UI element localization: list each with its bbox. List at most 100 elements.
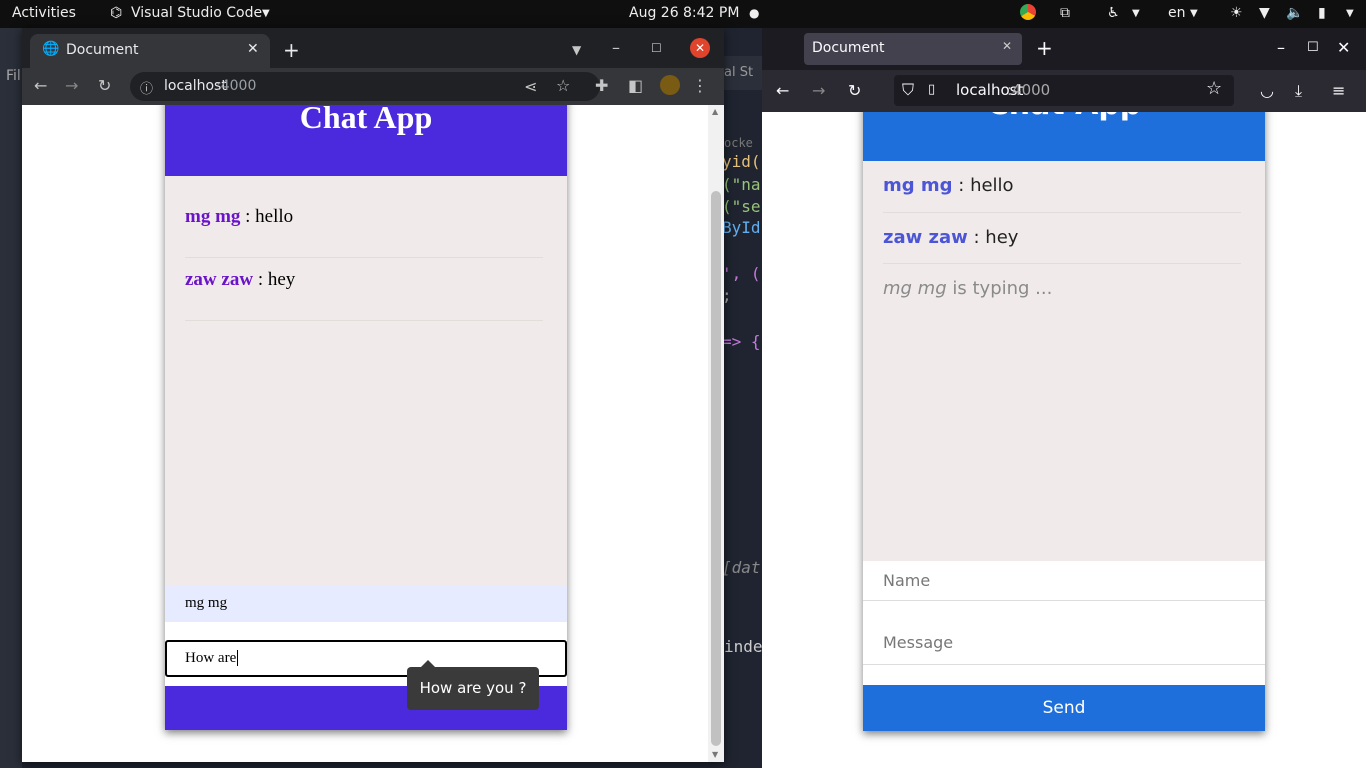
vscode-editor: ocke yid( ("na ("se ById ', ( ; => { [da… [724, 90, 762, 768]
message-text: : hey [253, 269, 296, 290]
forward-icon[interactable]: → [812, 81, 825, 101]
globe-icon: 🌐 [42, 41, 60, 57]
code-line: => { [724, 332, 761, 351]
vscode-menu-fragment[interactable]: Fil [6, 68, 21, 84]
minimize-icon[interactable]: – [612, 38, 620, 58]
profile-avatar[interactable] [660, 75, 680, 95]
chrome-menu-icon[interactable]: ⋮ [692, 76, 708, 96]
firefox-tab[interactable]: Document ✕ [804, 33, 1022, 65]
code-line: inde [724, 637, 762, 656]
firefox-menu-icon[interactable]: ≡ [1332, 81, 1345, 101]
chrome-tab-strip: 🌐 Document ✕ + ▼ – ☐ ✕ [22, 28, 724, 68]
chrome-tab[interactable]: 🌐 Document ✕ [30, 34, 270, 68]
scrollbar-thumb[interactable] [711, 191, 721, 746]
share-icon[interactable]: ⋖ [524, 77, 537, 97]
wifi-icon[interactable]: ▼ [1259, 5, 1270, 21]
firefox-toolbar: ← → ↻ ⛉ ▯ localhost :4000 ☆ ◡ ⤓ ≡ [762, 70, 1366, 112]
bookmark-star-icon[interactable]: ☆ [1206, 79, 1222, 99]
typing-indicator: mg mg is typing ... [883, 278, 1052, 299]
typing-username: mg mg [883, 278, 947, 299]
app-menu-caret-icon: ▼ [262, 8, 270, 19]
send-button[interactable]: Send [863, 685, 1265, 731]
code-line: [dat [724, 558, 761, 577]
chrome-page-content: Chat App mg mg : hello zaw zaw : hey mg … [22, 105, 724, 762]
clock-time[interactable]: 8:42 PM [683, 5, 739, 21]
page-scrollbar[interactable]: ▲ ▼ [708, 105, 724, 762]
firefox-address-bar[interactable]: ⛉ ▯ localhost :4000 ☆ [894, 75, 1234, 106]
back-icon[interactable]: ← [34, 76, 47, 96]
message-text: : hey [967, 227, 1019, 248]
chrome-tab-title: Document [66, 42, 139, 58]
accessibility-icon[interactable]: ♿ [1107, 5, 1120, 21]
chat-card: Chat App mg mg : hello zaw zaw : hey mg … [165, 105, 567, 730]
maximize-icon[interactable]: ☐ [1307, 38, 1319, 58]
tracking-shield-icon[interactable]: ⛉ [902, 80, 914, 100]
activities-button[interactable]: Activities [12, 5, 76, 21]
page-icon: ▯ [928, 82, 936, 97]
chrome-address-bar[interactable]: ⓘ localhost :4000 ⋖ ☆ [130, 72, 600, 101]
firefox-tab-title: Document [812, 40, 885, 56]
notification-dot-icon: ● [749, 6, 760, 20]
minimize-icon[interactable]: – [1277, 38, 1285, 58]
clock-date[interactable]: Aug 26 [629, 5, 679, 21]
tab-search-icon[interactable]: ▼ [572, 40, 581, 60]
input-language[interactable]: en [1168, 5, 1186, 21]
app-menu[interactable]: Visual Studio Code [131, 5, 262, 21]
close-tab-icon[interactable]: ✕ [247, 41, 259, 57]
message-text: : hello [952, 175, 1014, 196]
name-input[interactable]: Name [863, 561, 1265, 601]
chat-message: zaw zaw : hey [185, 258, 543, 321]
back-icon[interactable]: ← [776, 81, 789, 101]
code-line: yid( [724, 152, 761, 171]
chrome-window: 🌐 Document ✕ + ▼ – ☐ ✕ ← → ↻ ⓘ localhost… [22, 28, 724, 762]
close-window-icon[interactable]: ✕ [1337, 38, 1350, 58]
scroll-down-icon[interactable]: ▼ [712, 750, 718, 759]
night-light-icon[interactable]: ☀ [1230, 5, 1243, 21]
close-window-icon[interactable]: ✕ [690, 38, 710, 58]
system-menu-caret-icon[interactable]: ▼ [1346, 8, 1354, 19]
message-username: mg mg [883, 175, 953, 196]
chat-title: Chat App [863, 112, 1265, 161]
typing-text: is typing ... [946, 278, 1053, 299]
vscode-app-icon: ⌬ [110, 5, 123, 21]
language-caret-icon: ▼ [1190, 8, 1198, 19]
text-cursor: ​ [237, 650, 239, 666]
message-username: zaw zaw [883, 227, 968, 248]
pocket-icon[interactable]: ◡ [1260, 81, 1274, 101]
extensions-icon[interactable]: ✚ [595, 76, 608, 96]
scroll-up-icon[interactable]: ▲ [712, 107, 718, 116]
chat-card: Chat App mg mg : hello zaw zaw : hey mg … [863, 112, 1265, 731]
message-text: : hello [240, 206, 294, 227]
vscode-activity-bar [0, 28, 22, 768]
chrome-tray-icon[interactable] [1020, 4, 1036, 20]
volume-icon[interactable]: 🔈 [1286, 5, 1303, 21]
site-info-icon[interactable]: ⓘ [140, 78, 153, 97]
code-line: ById [724, 218, 761, 237]
chat-message: mg mg : hello [883, 161, 1241, 213]
downloads-icon[interactable]: ⤓ [1295, 81, 1302, 101]
autocomplete-suggestion[interactable]: How are you ? [407, 660, 539, 710]
message-username: mg mg [185, 206, 241, 227]
battery-icon[interactable]: ▮ [1318, 5, 1326, 21]
chat-message: mg mg : hello [185, 195, 543, 258]
forward-icon[interactable]: → [65, 76, 78, 96]
code-line: ("na [724, 175, 761, 194]
firefox-tab-strip: Document ✕ + – ☐ ✕ [762, 28, 1366, 70]
firefox-page-content: Chat App mg mg : hello zaw zaw : hey mg … [762, 112, 1366, 768]
form-spacer [863, 665, 1265, 685]
new-tab-icon[interactable]: + [1036, 38, 1053, 58]
side-panel-icon[interactable]: ◧ [628, 76, 643, 96]
reload-icon[interactable]: ↻ [98, 76, 111, 96]
bookmark-star-icon[interactable]: ☆ [556, 76, 570, 96]
chat-message: zaw zaw : hey [883, 213, 1241, 264]
vscode-title-fragment: al St [724, 56, 762, 90]
screen-share-icon[interactable]: ⧉ [1060, 5, 1070, 21]
close-tab-icon[interactable]: ✕ [1002, 39, 1012, 53]
code-line: ocke [724, 136, 753, 150]
name-input[interactable]: mg mg [165, 586, 567, 622]
new-tab-icon[interactable]: + [283, 40, 300, 60]
maximize-icon[interactable]: ☐ [651, 38, 662, 58]
reload-icon[interactable]: ↻ [848, 81, 861, 101]
form-spacer [863, 601, 1265, 621]
message-input[interactable]: Message [863, 621, 1265, 665]
